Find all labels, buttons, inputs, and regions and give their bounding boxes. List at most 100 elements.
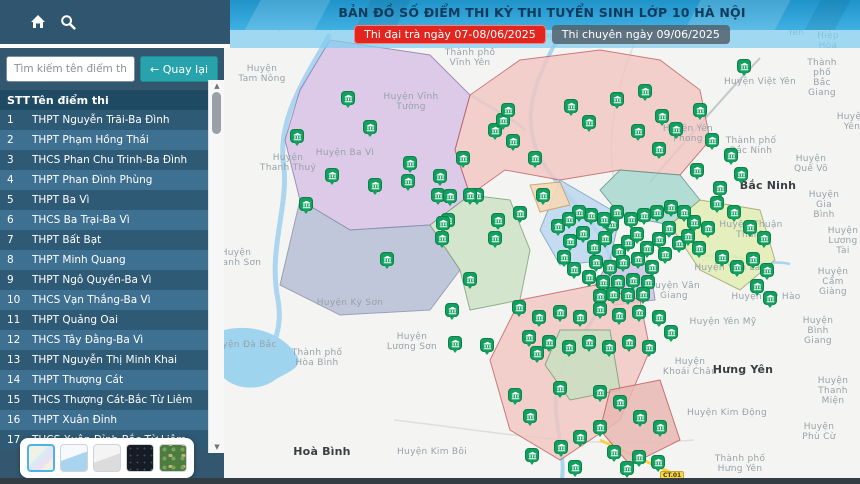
exam-site-marker[interactable] xyxy=(513,206,527,220)
table-row[interactable]: 1THPT Nguyễn Trãi-Ba Đình xyxy=(0,110,208,130)
table-row[interactable]: 8THPT Minh Quang xyxy=(0,250,208,270)
exam-site-marker[interactable] xyxy=(612,308,626,322)
exam-site-marker[interactable] xyxy=(631,252,645,266)
exam-site-marker[interactable] xyxy=(664,200,678,214)
exam-site-marker[interactable] xyxy=(724,148,738,162)
exam-site-marker[interactable] xyxy=(433,169,447,183)
exam-site-marker[interactable] xyxy=(536,188,550,202)
exam-site-marker[interactable] xyxy=(448,336,462,350)
exam-site-marker[interactable] xyxy=(737,59,751,73)
exam-site-marker[interactable] xyxy=(582,335,596,349)
exam-site-marker[interactable] xyxy=(523,409,537,423)
exam-site-marker[interactable] xyxy=(701,221,715,235)
exam-site-marker[interactable] xyxy=(463,188,477,202)
exam-site-marker[interactable] xyxy=(463,272,477,286)
basemap-option-dark[interactable] xyxy=(126,444,154,472)
exam-site-marker[interactable] xyxy=(642,340,656,354)
table-row[interactable]: 6THCS Ba Trại-Ba Vì xyxy=(0,210,208,230)
basemap-option-sat[interactable] xyxy=(159,444,187,472)
exam-site-marker[interactable] xyxy=(636,287,650,301)
exam-site-marker[interactable] xyxy=(606,287,620,301)
exam-site-marker[interactable] xyxy=(632,305,646,319)
exam-site-marker[interactable] xyxy=(658,247,672,261)
exam-site-marker[interactable] xyxy=(651,455,665,469)
table-row[interactable]: 4THPT Phan Đình Phùng xyxy=(0,170,208,190)
exam-site-marker[interactable] xyxy=(491,213,505,227)
scroll-down-icon[interactable]: ▼ xyxy=(209,442,225,452)
exam-site-marker[interactable] xyxy=(624,212,638,226)
exam-site-marker[interactable] xyxy=(734,167,748,181)
table-row[interactable]: 10THCS Vạn Thắng-Ba Vì xyxy=(0,290,208,310)
table-row[interactable]: 12THCS Tây Đằng-Ba Vì xyxy=(0,330,208,350)
exam-site-marker[interactable] xyxy=(602,340,616,354)
exam-site-marker[interactable] xyxy=(401,174,415,188)
exam-site-marker[interactable] xyxy=(528,151,542,165)
exam-site-marker[interactable] xyxy=(616,255,630,269)
exam-site-marker[interactable] xyxy=(480,338,494,352)
exam-site-marker[interactable] xyxy=(652,142,666,156)
exam-site-marker[interactable] xyxy=(669,122,683,136)
exam-site-marker[interactable] xyxy=(645,260,659,274)
exam-site-marker[interactable] xyxy=(692,241,706,255)
exam-site-marker[interactable] xyxy=(573,430,587,444)
scroll-up-icon[interactable]: ▲ xyxy=(209,81,225,91)
exam-site-marker[interactable] xyxy=(542,335,556,349)
exam-site-marker[interactable] xyxy=(746,252,760,266)
map-canvas[interactable]: Huyện Yên LậpThị xã Phúc YênHuyện Hiệp H… xyxy=(224,0,860,479)
basemap-option-gray[interactable] xyxy=(93,444,121,472)
exam-site-marker[interactable] xyxy=(631,124,645,138)
exam-site-marker[interactable] xyxy=(562,340,576,354)
exam-site-marker[interactable] xyxy=(568,460,582,474)
exam-site-marker[interactable] xyxy=(582,115,596,129)
exam-site-marker[interactable] xyxy=(690,163,704,177)
exam-general-button[interactable]: Thi đại trà ngày 07-08/06/2025 xyxy=(354,25,546,44)
exam-site-marker[interactable] xyxy=(652,310,666,324)
exam-site-marker[interactable] xyxy=(553,305,567,319)
exam-site-marker[interactable] xyxy=(662,221,676,235)
exam-site-marker[interactable] xyxy=(757,231,771,245)
basemap-option-blue[interactable] xyxy=(60,444,88,472)
exam-site-marker[interactable] xyxy=(593,420,607,434)
exam-site-marker[interactable] xyxy=(512,300,526,314)
exam-site-marker[interactable] xyxy=(325,168,339,182)
exam-site-marker[interactable] xyxy=(632,450,646,464)
exam-site-marker[interactable] xyxy=(567,262,581,276)
exam-site-marker[interactable] xyxy=(715,250,729,264)
exam-site-marker[interactable] xyxy=(763,291,777,305)
exam-site-marker[interactable] xyxy=(530,346,544,360)
exam-site-marker[interactable] xyxy=(730,260,744,274)
exam-site-marker[interactable] xyxy=(368,178,382,192)
table-row[interactable]: 3THCS Phan Chu Trinh-Ba Đình xyxy=(0,150,208,170)
exam-site-marker[interactable] xyxy=(677,205,691,219)
table-row[interactable]: 5THPT Ba Vì xyxy=(0,190,208,210)
exam-site-marker[interactable] xyxy=(341,91,355,105)
exam-site-marker[interactable] xyxy=(626,273,640,287)
table-row[interactable]: 15THCS Thượng Cát-Bắc Từ Liêm xyxy=(0,390,208,410)
exam-site-marker[interactable] xyxy=(445,303,459,317)
exam-site-marker[interactable] xyxy=(593,302,607,316)
exam-site-marker[interactable] xyxy=(633,410,647,424)
exam-site-marker[interactable] xyxy=(727,205,741,219)
exam-site-marker[interactable] xyxy=(713,181,727,195)
exam-site-marker[interactable] xyxy=(563,234,577,248)
table-row[interactable]: 14THPT Thượng Cát xyxy=(0,370,208,390)
exam-site-marker[interactable] xyxy=(299,197,313,211)
exam-site-marker[interactable] xyxy=(620,461,634,475)
exam-site-marker[interactable] xyxy=(380,252,394,266)
exam-site-marker[interactable] xyxy=(553,381,567,395)
list-scrollbar[interactable]: ▲ ▼ xyxy=(208,80,224,453)
exam-site-marker[interactable] xyxy=(613,395,627,409)
exam-specialized-button[interactable]: Thi chuyên ngày 09/06/2025 xyxy=(552,25,730,44)
exam-site-marker[interactable] xyxy=(750,279,764,293)
exam-site-marker[interactable] xyxy=(653,420,667,434)
exam-site-marker[interactable] xyxy=(597,212,611,226)
exam-site-marker[interactable] xyxy=(564,99,578,113)
exam-site-marker[interactable] xyxy=(603,260,617,274)
exam-site-marker[interactable] xyxy=(593,385,607,399)
table-row[interactable]: 2THPT Phạm Hồng Thái xyxy=(0,130,208,150)
exam-site-marker[interactable] xyxy=(403,156,417,170)
search-input[interactable] xyxy=(6,56,135,82)
exam-site-marker[interactable] xyxy=(655,109,669,123)
exam-site-marker[interactable] xyxy=(760,263,774,277)
exam-site-marker[interactable] xyxy=(363,120,377,134)
